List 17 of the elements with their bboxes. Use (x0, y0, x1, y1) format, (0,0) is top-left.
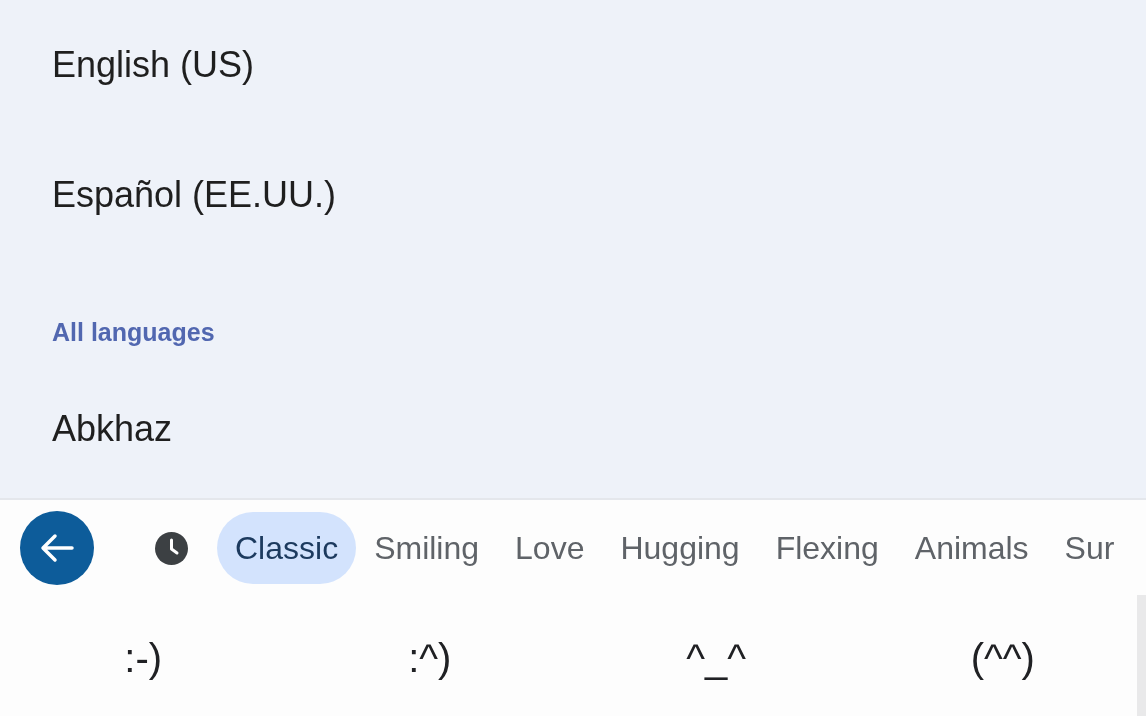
language-item[interactable]: English (US) (52, 44, 255, 86)
emoticon-key[interactable]: ^_^ (680, 634, 753, 682)
language-item[interactable]: Español (EE.UU.) (52, 174, 337, 216)
category-tab[interactable]: Love (497, 512, 603, 584)
emoticon-key[interactable]: :^) (402, 634, 458, 682)
category-tab[interactable]: Animals (896, 512, 1047, 584)
language-item[interactable]: Abkhaz (52, 408, 173, 450)
clock-icon (155, 531, 188, 565)
category-tab[interactable]: Flexing (757, 512, 897, 584)
emoticon-key[interactable]: :-) (118, 634, 169, 682)
category-tab[interactable]: Hugging (602, 512, 758, 584)
emoticon-key[interactable]: (^^) (964, 634, 1041, 682)
back-arrow-icon (40, 533, 74, 563)
category-tab[interactable]: Sur (1046, 512, 1133, 584)
category-tab[interactable]: Classic (217, 512, 357, 584)
category-tab[interactable]: Smiling (356, 512, 498, 584)
section-header: All languages (52, 317, 215, 347)
